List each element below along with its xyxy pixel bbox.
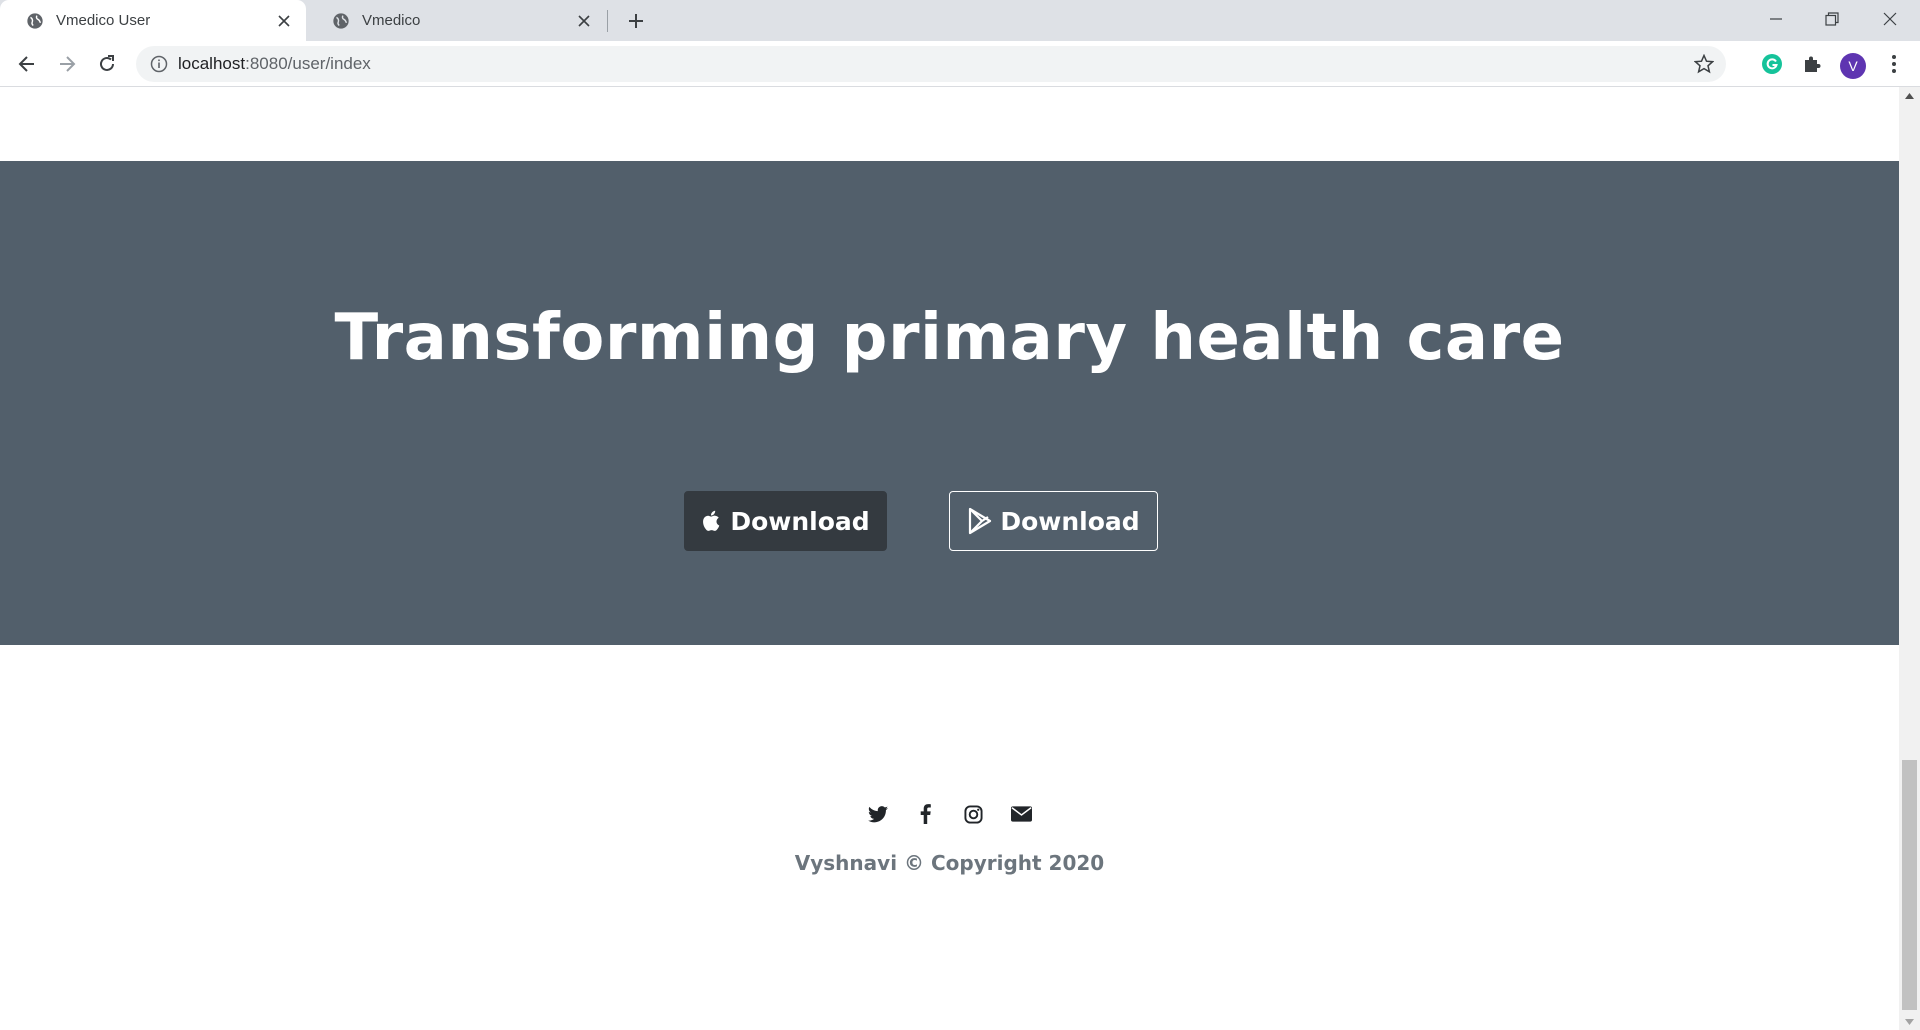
minimize-button[interactable] xyxy=(1748,0,1804,38)
restore-button[interactable] xyxy=(1804,0,1860,38)
browser-menu-button[interactable] xyxy=(1882,52,1906,76)
plus-icon xyxy=(629,14,643,28)
copyright-text: Vyshnavi © Copyright 2020 xyxy=(794,851,1105,875)
globe-icon xyxy=(333,12,349,29)
arrow-left-icon xyxy=(18,56,34,72)
address-bar[interactable]: localhost:8080/user/index xyxy=(136,46,1726,82)
hero-section: Transforming primary health care Downloa… xyxy=(0,161,1899,645)
tab-title: Vmedico xyxy=(362,12,421,29)
minimize-icon xyxy=(1770,18,1782,20)
restore-icon xyxy=(1825,12,1839,26)
google-play-download-button[interactable]: Download xyxy=(949,491,1158,551)
apple-icon xyxy=(703,510,720,531)
browser-toolbar: localhost:8080/user/index V xyxy=(0,41,1920,87)
grammarly-extension-button[interactable] xyxy=(1760,52,1784,76)
url-host: localhost xyxy=(178,54,246,73)
tab-title: Vmedico User xyxy=(56,12,151,29)
close-window-button[interactable] xyxy=(1862,0,1918,38)
tab-vmedico[interactable]: Vmedico xyxy=(306,0,606,41)
forward-button[interactable] xyxy=(53,50,81,78)
new-tab-button[interactable] xyxy=(624,9,648,33)
hero-title: Transforming primary health care xyxy=(334,301,1565,375)
social-links xyxy=(0,803,1899,825)
close-tab-icon[interactable] xyxy=(274,11,294,31)
page-viewport: Transforming primary health care Downloa… xyxy=(0,87,1899,1030)
close-tab-icon[interactable] xyxy=(574,11,594,31)
url-text: localhost:8080/user/index xyxy=(178,54,371,74)
tab-vmedico-user[interactable]: Vmedico User xyxy=(0,0,306,41)
app-store-download-button[interactable]: Download xyxy=(684,491,887,551)
puzzle-icon xyxy=(1805,56,1821,72)
scroll-down-arrow-icon[interactable] xyxy=(1899,1013,1920,1030)
scroll-up-arrow-icon[interactable] xyxy=(1899,87,1920,104)
back-button[interactable] xyxy=(13,50,41,78)
extensions-button[interactable] xyxy=(1800,52,1824,76)
info-icon[interactable] xyxy=(150,55,168,73)
instagram-icon[interactable] xyxy=(963,803,985,825)
grammarly-icon xyxy=(1762,54,1782,74)
close-icon xyxy=(1883,12,1897,26)
google-play-icon xyxy=(969,507,992,535)
tab-separator xyxy=(607,10,608,32)
profile-avatar[interactable]: V xyxy=(1840,53,1866,79)
page-footer: Vyshnavi © Copyright 2020 xyxy=(0,645,1899,1030)
page-scrollbar[interactable] xyxy=(1899,87,1920,1030)
twitter-icon[interactable] xyxy=(867,803,889,825)
google-play-button-label: Download xyxy=(1000,506,1140,536)
tab-strip: Vmedico User Vmedico xyxy=(0,0,1920,41)
globe-icon xyxy=(27,12,43,29)
envelope-icon[interactable] xyxy=(1011,803,1033,825)
arrow-right-icon xyxy=(60,56,76,72)
reload-button[interactable] xyxy=(93,50,121,78)
reload-icon xyxy=(100,55,114,71)
bookmark-star-icon[interactable] xyxy=(1694,54,1714,74)
url-path: :8080/user/index xyxy=(245,54,371,73)
app-store-button-label: Download xyxy=(730,506,870,536)
facebook-icon[interactable] xyxy=(915,803,937,825)
vertical-dots-icon xyxy=(1892,55,1896,73)
scrollbar-thumb[interactable] xyxy=(1902,760,1917,1010)
